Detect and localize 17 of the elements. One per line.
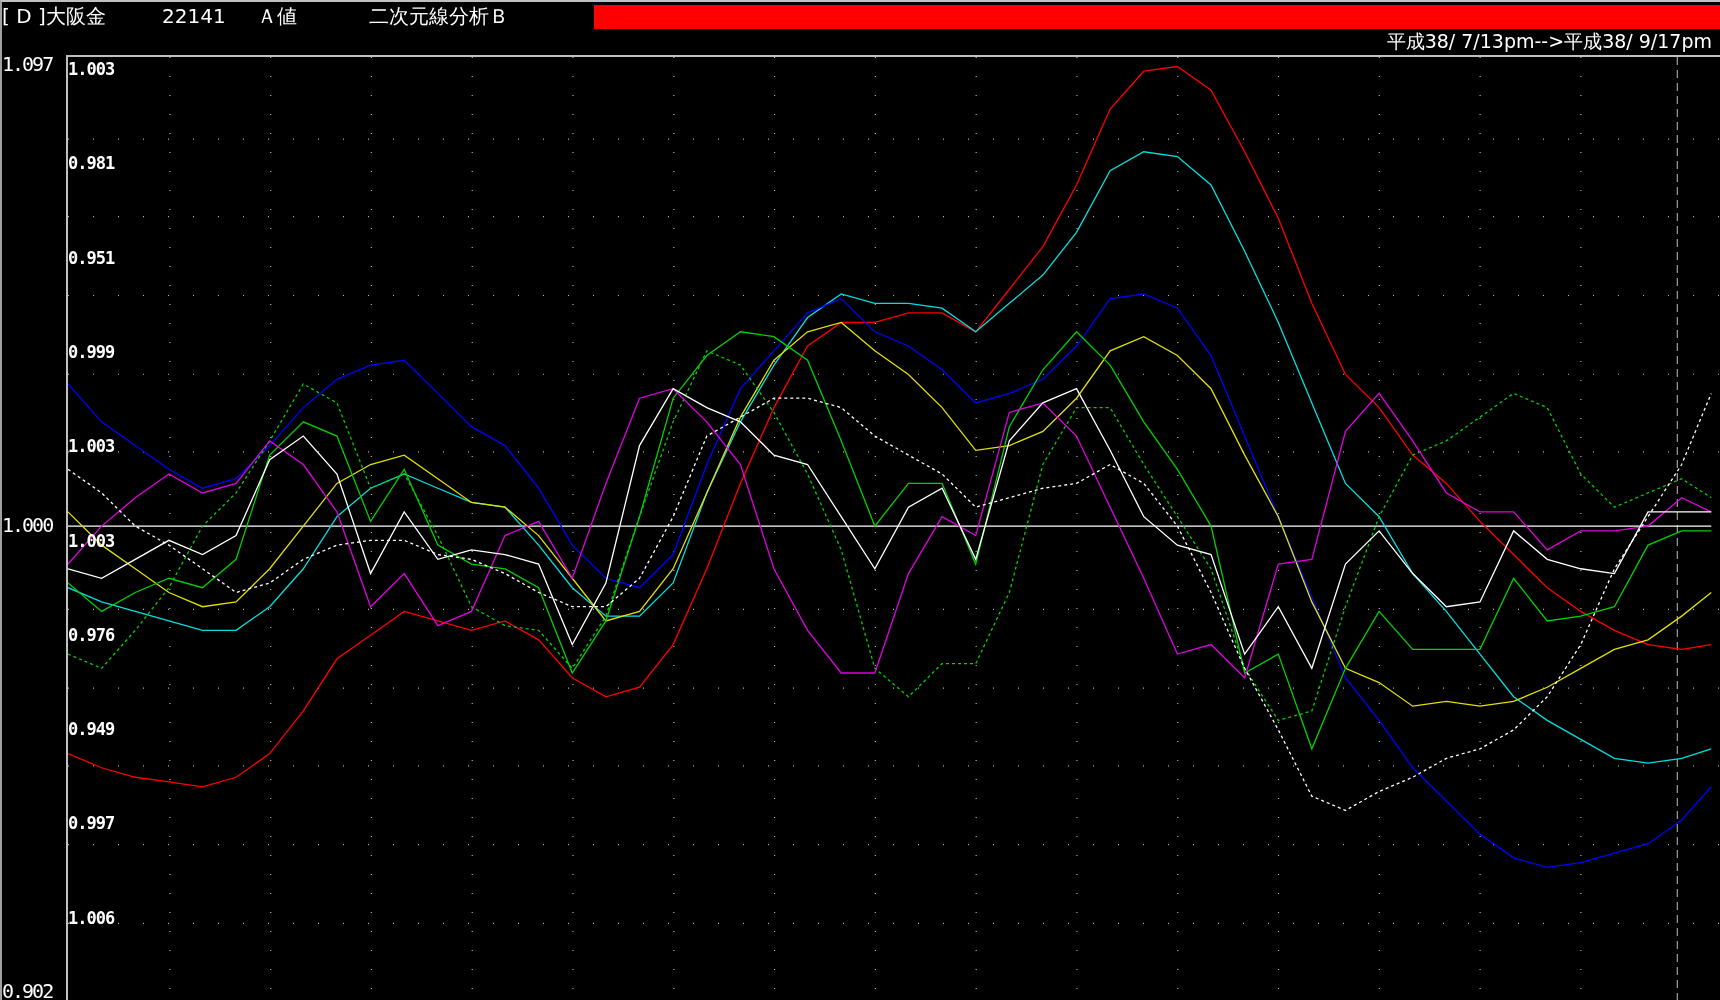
date-range: 平成38/ 7/13pm-->平成38/ 9/17pm xyxy=(1386,29,1712,54)
axis-label: 1.003 xyxy=(68,58,115,79)
value-type-label: Ａ値 xyxy=(257,2,298,29)
axis-label: 0.951 xyxy=(68,246,115,268)
axis-label: 0.949 xyxy=(68,718,115,740)
axis-label: 1.006 xyxy=(68,906,115,928)
axis-label: 0.999 xyxy=(68,340,115,362)
axis-label: 0.997 xyxy=(68,812,115,834)
axis-label: 0.902 xyxy=(2,979,53,1000)
axis-label: 1.097 xyxy=(2,53,53,76)
axis-label: 1.003 xyxy=(68,435,115,457)
instrument-name: [ D ]大阪金 xyxy=(2,2,107,29)
axis-label: 0.976 xyxy=(68,623,115,645)
instrument-code: 22141 xyxy=(162,2,227,29)
analysis-title: 二次元線分析Ｂ xyxy=(369,2,510,29)
axis-label: 1.000 xyxy=(2,514,53,537)
axis-label: 0.981 xyxy=(68,152,115,174)
